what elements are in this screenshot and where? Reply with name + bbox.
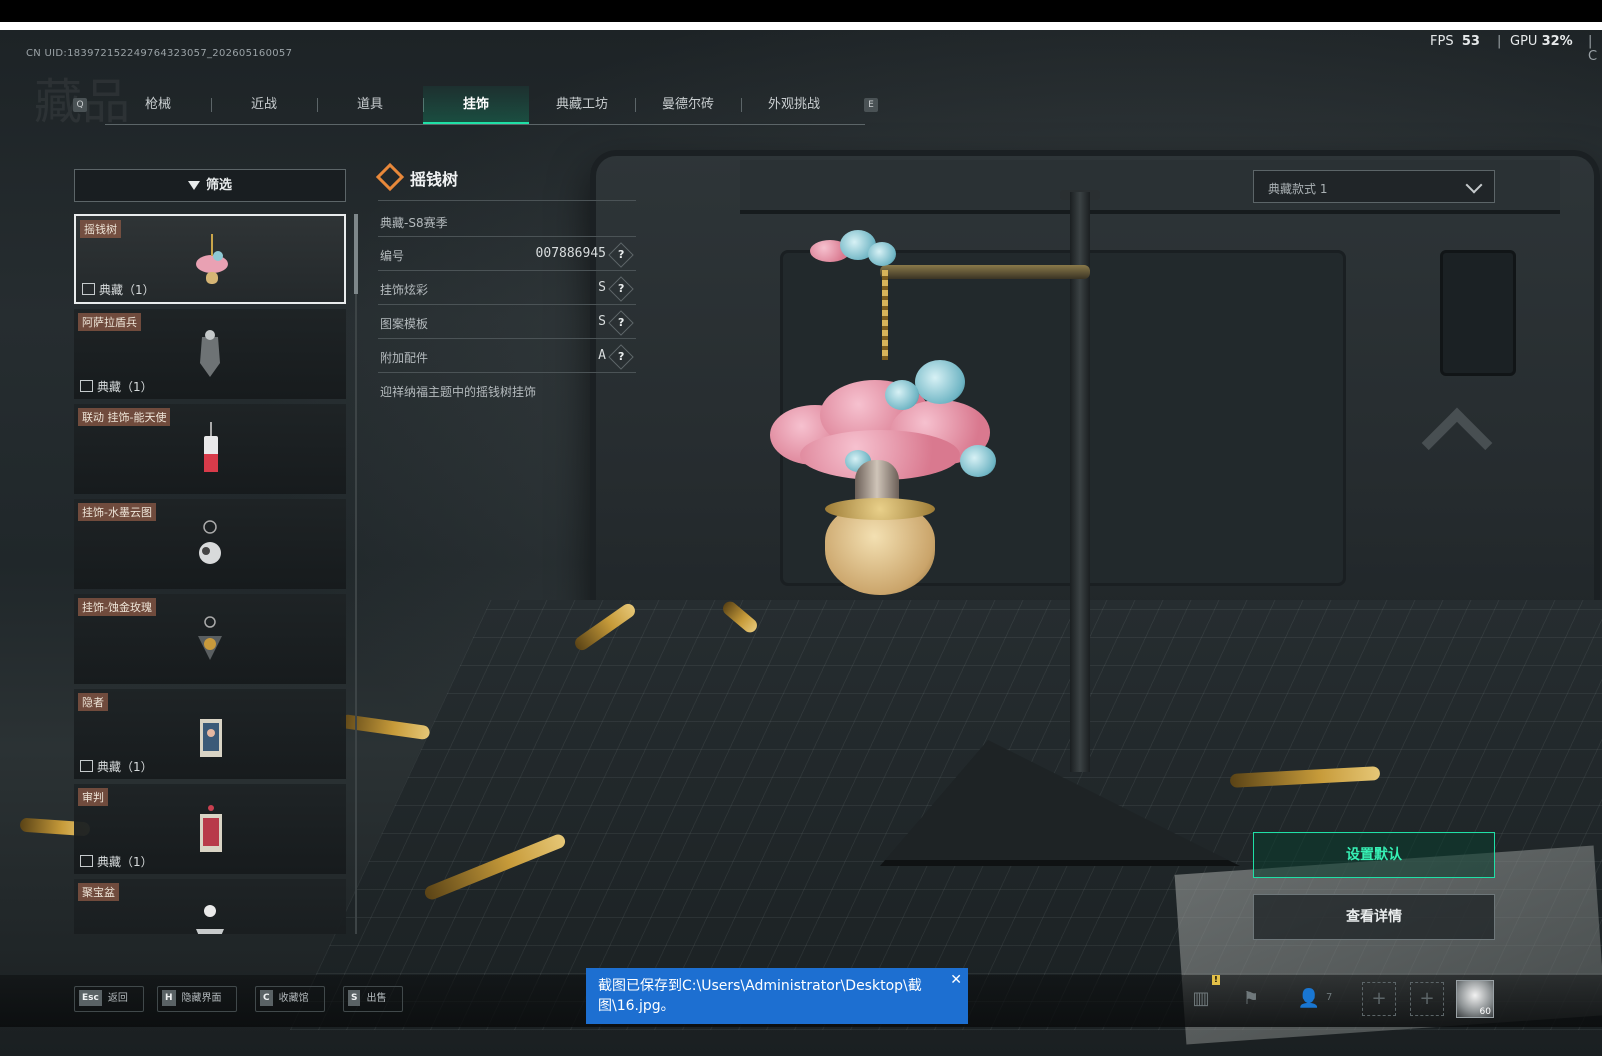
detail-row-attachment: 附加配件 A ? [380,344,636,370]
perf-separator: | [1497,34,1502,49]
detail-row-pattern: 图案模板 S ? [380,310,636,336]
detail-description: 迎祥纳福主题中的摇钱树挂饰 [380,385,537,399]
collection-icon [80,760,93,772]
charm-pot-rim [825,498,935,520]
gold-rose-thumb-icon [198,616,222,660]
list-item[interactable]: 挂饰-水墨云图 [74,499,346,589]
screenshot-toast: 截图已保存到C:\Users\Administrator\Desktop\截图\… [586,968,968,1024]
next-tab-key[interactable]: E [864,98,878,112]
help-icon[interactable]: ? [608,242,634,268]
set-default-button[interactable]: 设置默认 [1253,832,1495,878]
list-item[interactable]: 审判 典藏（1） [74,784,346,874]
divider [378,304,636,305]
divider [378,372,636,373]
list-scrollbar[interactable] [355,214,357,934]
warning-badge: ! [1212,975,1220,985]
item-tag: 典藏（1） [82,281,155,298]
item-tag: 典藏（1） [80,378,153,395]
divider [378,236,636,237]
help-icon[interactable]: ? [608,344,634,370]
filter-button[interactable]: 筛选 [74,169,346,202]
money-tree-thumb-icon [196,234,228,284]
style-select[interactable]: 典藏款式 1 [1253,170,1495,203]
item-tag: 典藏（1） [80,853,153,870]
collection-icon [80,855,93,867]
detail-row-colorway: 挂饰炫彩 S ? [380,276,636,302]
tab-charms[interactable]: 挂饰 [423,86,529,124]
tab-melee[interactable]: 近战 [211,86,317,124]
screen-top-line [0,22,1602,30]
friends-count: 7 [1326,992,1333,1003]
team-slot-add-button[interactable]: + [1362,982,1396,1016]
friends-icon[interactable]: 👤 [1296,986,1322,1012]
item-name: 挂饰-蚀金玫瑰 [78,598,156,616]
sell-hint[interactable]: S 出售 [343,986,403,1012]
angel-tag-thumb-icon [204,422,218,472]
hide-ui-hint[interactable]: H 隐藏界面 [157,986,237,1012]
chevron-down-icon [1465,176,1483,194]
crate-latch [1440,250,1516,376]
list-item[interactable]: 隐者 典藏（1） [74,689,346,779]
detail-row-serial: 编号 007886945 ? [380,242,636,268]
money-tree-charm-model[interactable] [770,230,1000,610]
stats-icon[interactable]: ▥ [1188,986,1214,1012]
tab-props[interactable]: 道具 [317,86,423,124]
collection-icon [80,380,93,392]
divider [378,338,636,339]
charm-list[interactable]: 摇钱树 典藏（1） 阿萨拉盾兵 典藏（1） 联动 挂饰-能天使 挂饰-水墨云图 … [74,214,346,934]
bullet-icon [339,713,431,741]
item-name: 隐者 [78,693,108,711]
item-name: 摇钱树 [80,220,121,238]
help-icon[interactable]: ? [608,310,634,336]
hermit-card-thumb-icon [200,719,222,757]
charm-chain [882,270,888,360]
detail-subtitle: 典藏-S8赛季 [380,216,448,230]
help-icon[interactable]: ? [608,276,634,302]
close-icon[interactable]: ✕ [950,970,962,990]
tab-appearance-challenge[interactable]: 外观挑战 [741,86,847,124]
item-tag: 典藏（1） [80,758,153,775]
tab-mandel-brick[interactable]: 曼德尔砖 [635,86,741,124]
detail-title: 摇钱树 [375,162,458,192]
item-name: 挂饰-水墨云图 [78,503,156,521]
player-uid: CN UID:183972152249764323057_20260516005… [26,48,293,59]
ink-cloud-thumb-icon [199,520,221,564]
item-name: 聚宝盆 [78,883,119,901]
tab-guns[interactable]: 枪械 [105,86,211,124]
perf-separator-trailing: | C [1588,34,1598,64]
fps-counter: FPS 53 [1430,34,1480,49]
list-item[interactable]: 聚宝盆 [74,879,346,934]
tab-collection-workshop[interactable]: 典藏工坊 [529,86,635,124]
item-name: 审判 [78,788,108,806]
list-item[interactable]: 挂饰-蚀金玫瑰 [74,594,346,684]
flag-icon[interactable]: ⚑ [1238,986,1264,1012]
list-scrollbar-thumb[interactable] [354,214,358,294]
list-item[interactable]: 阿萨拉盾兵 典藏（1） [74,309,346,399]
collection-icon [82,283,95,295]
stand-pole [1070,192,1090,772]
screen-top-bar [0,0,1602,22]
filter-icon [187,181,200,190]
treasure-bowl-thumb-icon [196,905,224,934]
avatar[interactable]: 60 [1456,980,1494,1018]
divider [378,270,636,271]
team-slot-add-button[interactable]: + [1410,982,1444,1016]
item-name: 联动 挂饰-能天使 [78,408,171,426]
collection-hall-hint[interactable]: C 收藏馆 [255,986,325,1012]
list-item[interactable]: 摇钱树 典藏（1） [74,214,346,304]
back-hint[interactable]: Esc 返回 [74,986,144,1012]
gpu-counter: GPU 32% [1510,34,1573,49]
charm-type-icon [375,162,405,192]
toast-message: 截图已保存到C:\Users\Administrator\Desktop\截图\… [598,978,922,1014]
shield-soldier-thumb-icon [200,330,220,377]
divider [378,200,636,201]
prev-tab-key[interactable]: Q [73,98,87,112]
view-details-button[interactable]: 查看详情 [1253,894,1495,940]
player-level: 60 [1479,1007,1491,1017]
list-item[interactable]: 联动 挂饰-能天使 [74,404,346,494]
judgement-card-thumb-icon [200,805,222,852]
category-tabs: 枪械 近战 道具 挂饰 典藏工坊 曼德尔砖 外观挑战 [105,86,865,125]
item-name: 阿萨拉盾兵 [78,313,141,331]
